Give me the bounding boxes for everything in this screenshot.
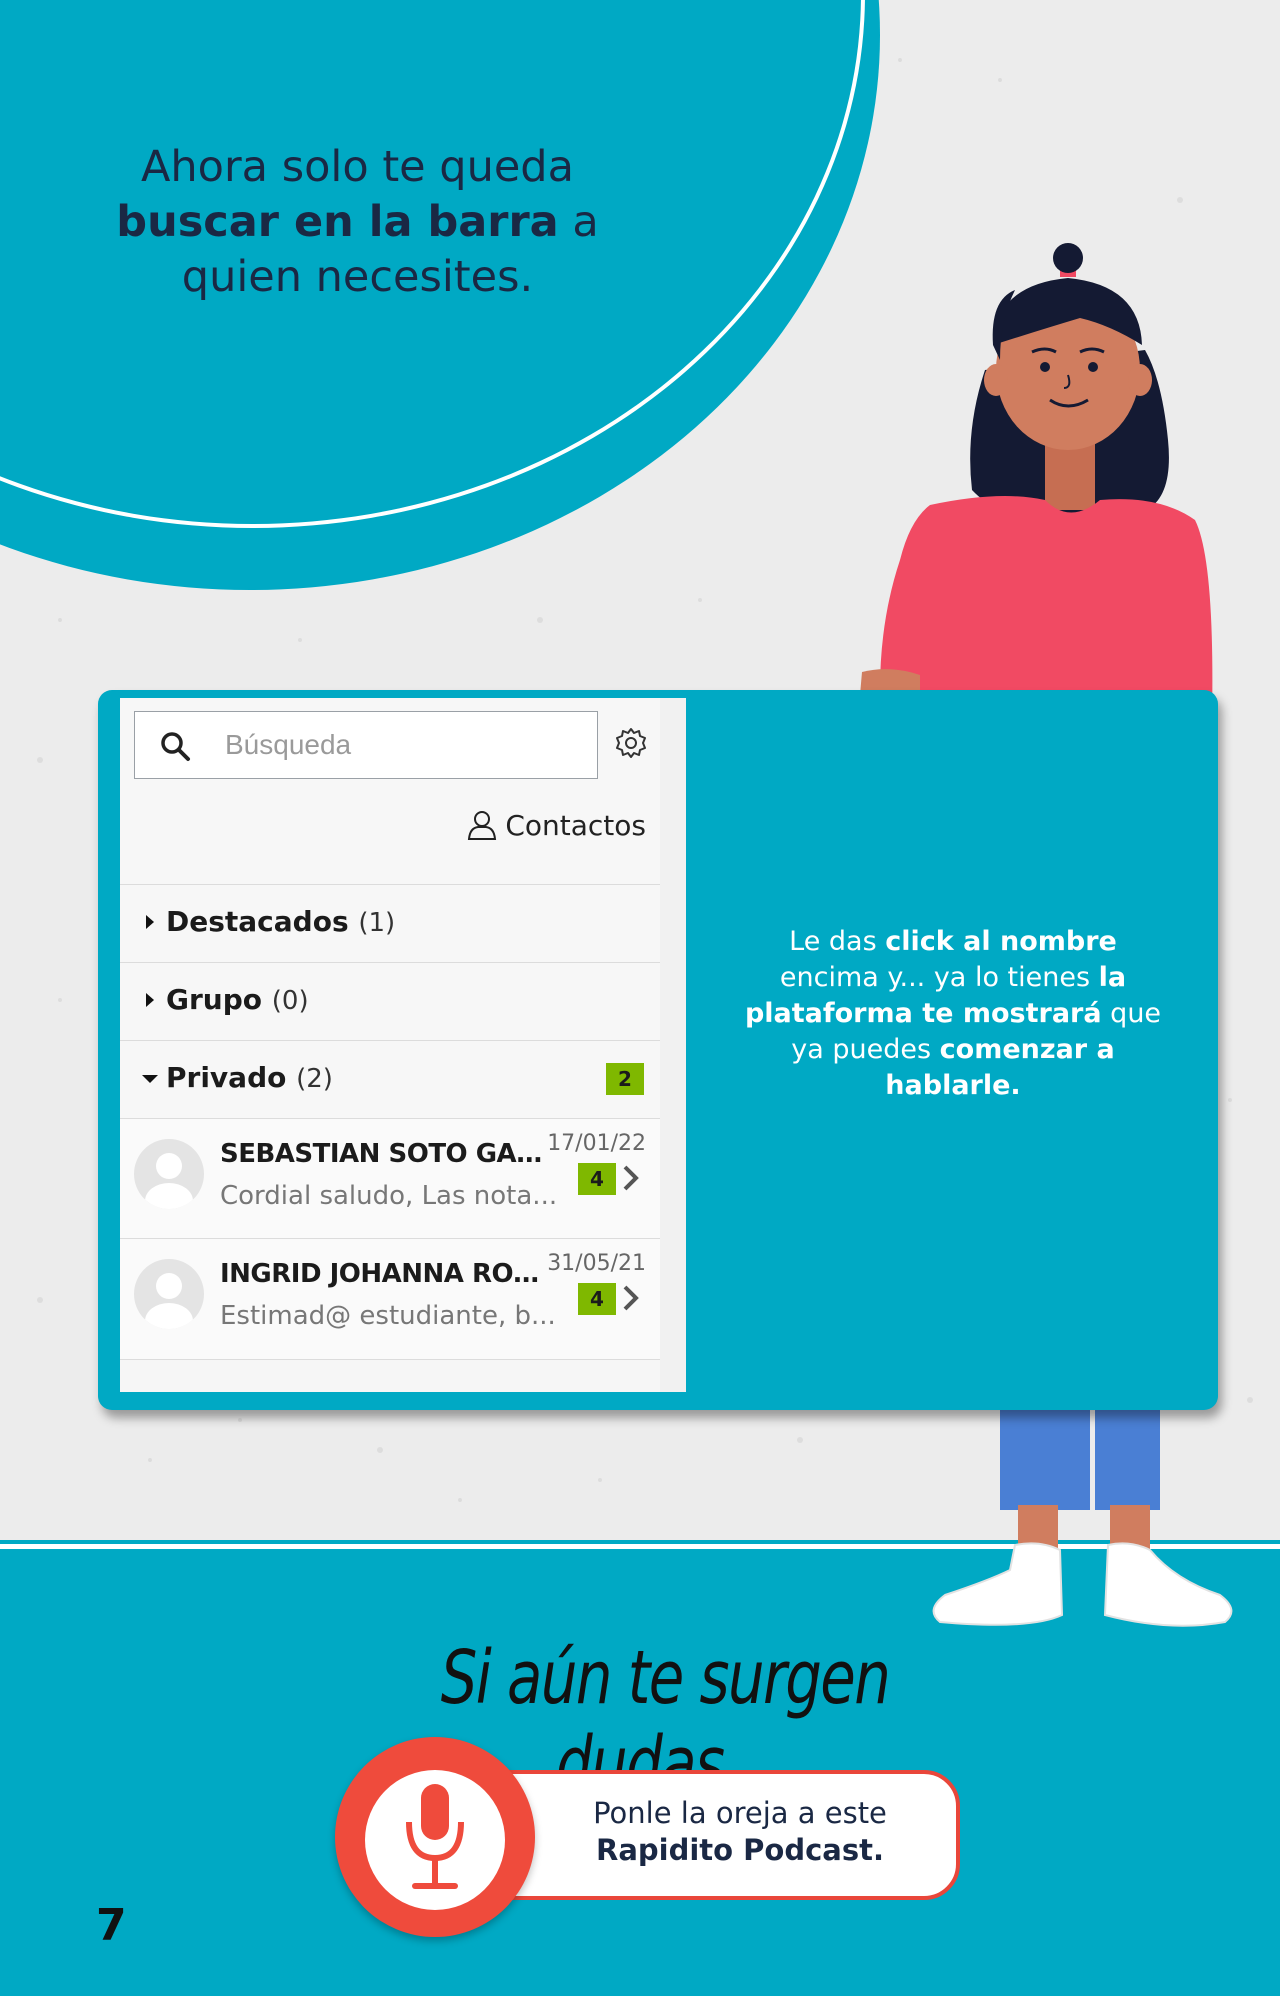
section-label: Privado (2)	[166, 1061, 333, 1094]
gear-icon[interactable]	[614, 726, 648, 760]
contact-name: SEBASTIAN SOTO GAONA	[220, 1139, 560, 1169]
page: Ahora solo te queda buscar en la barra a…	[0, 0, 1280, 1996]
messaging-panel: Contactos Destacados (1) Grupo (0) Priva…	[120, 698, 686, 1392]
chevron-right-icon	[623, 1165, 639, 1191]
contact-name: INGRID JOHANNA ROMER...	[220, 1259, 560, 1289]
unread-badge: 4	[578, 1163, 616, 1195]
card-instruction-text: Le das click al nombre encima y... ya lo…	[744, 926, 1162, 1101]
section-label: Grupo (0)	[166, 983, 309, 1016]
section-label: Destacados (1)	[166, 905, 396, 938]
contacts-label: Contactos	[505, 808, 646, 842]
unread-badge: 4	[578, 1283, 616, 1315]
section-grupo[interactable]: Grupo (0)	[120, 962, 660, 1040]
intro-text: Ahora solo te queda buscar en la barra a…	[100, 140, 615, 305]
panel-scrollbar-track	[660, 698, 686, 1392]
intro-line1: Ahora solo te queda	[141, 142, 574, 192]
conversation-item[interactable]: INGRID JOHANNA ROMER... 31/05/21 Estimad…	[120, 1238, 660, 1359]
message-preview: Estimad@ estudiante, b...	[220, 1301, 556, 1331]
intro-after-bold: a	[558, 197, 599, 247]
section-privado[interactable]: Privado (2) 2	[120, 1040, 660, 1118]
intro-line3: quien necesites.	[181, 252, 534, 302]
avatar	[134, 1139, 204, 1209]
caret-right-icon	[146, 915, 154, 929]
podcast-line2: Rapidito Podcast.	[595, 1833, 885, 1867]
caret-right-icon	[146, 993, 154, 1007]
chevron-right-icon	[623, 1285, 639, 1311]
avatar	[134, 1259, 204, 1329]
user-icon	[468, 811, 497, 840]
search-box[interactable]	[134, 711, 598, 779]
message-date: 17/01/22	[547, 1131, 646, 1156]
search-icon	[161, 732, 190, 761]
section-destacados[interactable]: Destacados (1)	[120, 884, 660, 962]
podcast-text: Ponle la oreja a este Rapidito Podcast.	[540, 1795, 940, 1869]
message-date: 31/05/21	[547, 1251, 646, 1276]
footer-band-line	[0, 1544, 1280, 1549]
page-number: 7	[96, 1900, 127, 1951]
contacts-link[interactable]: Contactos	[465, 808, 646, 842]
search-input[interactable]	[225, 722, 585, 768]
panel-footer	[120, 1359, 660, 1392]
panel-header: Contactos	[120, 698, 686, 884]
message-preview: Cordial saludo, Las nota...	[220, 1181, 558, 1211]
unread-badge: 2	[606, 1063, 644, 1095]
conversation-item[interactable]: SEBASTIAN SOTO GAONA 17/01/22 Cordial sa…	[120, 1118, 660, 1239]
podcast-line1: Ponle la oreja a este	[593, 1796, 887, 1830]
caret-down-icon	[142, 1075, 158, 1083]
microphone-icon	[406, 1784, 464, 1889]
intro-bold: buscar en la barra	[116, 197, 559, 247]
